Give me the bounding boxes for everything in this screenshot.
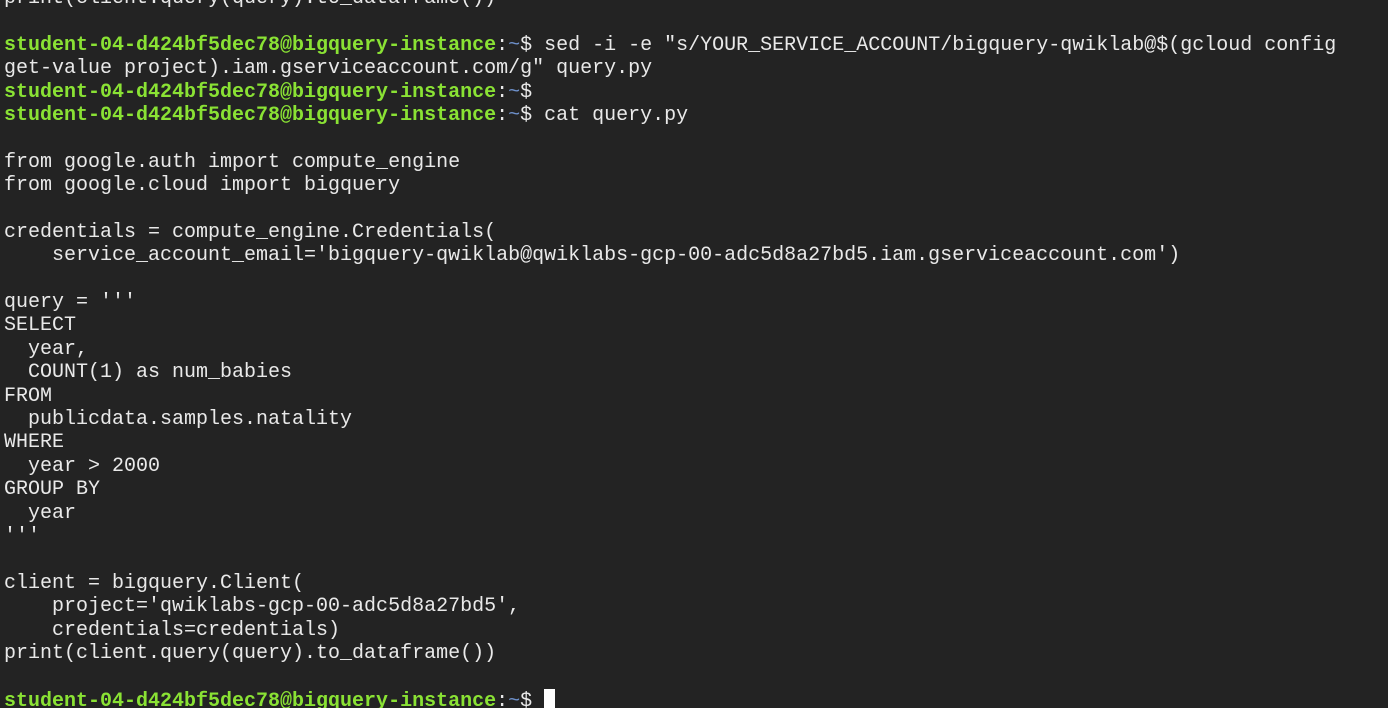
output-line: FROM [4,384,53,408]
blank-line [4,10,1336,33]
prompt-line: student-04-d424bf5dec78@bigquery-instanc… [4,688,1336,708]
output-line: print(client.query(query).to_dataframe()… [4,0,1336,10]
output-line: year, [4,337,89,361]
prompt-symbol: $ [520,689,545,708]
prompt-user-host: student-04-d424bf5dec78@bigquery-instanc… [4,80,497,104]
terminal-cursor[interactable] [544,688,556,708]
prompt-line: student-04-d424bf5dec78@bigquery-instanc… [4,81,1336,104]
prompt-user-host: student-04-d424bf5dec78@bigquery-instanc… [4,103,497,127]
blank-line [4,198,1336,221]
prompt-user-host: student-04-d424bf5dec78@bigquery-instanc… [4,689,497,708]
output-line: service_account_email='bigquery-qwiklab@… [4,244,1181,268]
terminal-output: print(client.query(query).to_dataframe()… [4,0,1336,708]
prompt-path: ~ [508,80,521,104]
output-line: credentials=credentials) [4,618,341,642]
output-line: credentials = compute_engine.Credentials… [4,220,497,244]
blank-line [4,268,1336,291]
output-line: ''' [4,524,41,548]
prompt-path: ~ [508,103,521,127]
blank-line [4,127,1336,150]
output-line: publicdata.samples.natality [4,408,353,432]
output-line: print(client.query(query).to_dataframe()… [4,641,497,665]
prompt-line: student-04-d424bf5dec78@bigquery-instanc… [4,104,1336,127]
output-line: SELECT [4,314,77,338]
output-line: from google.auth import compute_engine [4,150,461,174]
blank-line [4,548,1336,571]
prompt-line: student-04-d424bf5dec78@bigquery-instanc… [4,34,1336,57]
prompt-symbol: $ [520,103,545,127]
prompt-separator: : [496,80,509,104]
prompt-symbol: $ [520,33,545,57]
output-line: year [4,501,77,525]
prompt-path: ~ [508,33,521,57]
output-line: WHERE [4,431,65,455]
terminal-window[interactable]: print(client.query(query).to_dataframe()… [0,0,1388,708]
prompt-separator: : [496,33,509,57]
prompt-symbol: $ [520,80,533,104]
output-line: project='qwiklabs-gcp-00-adc5d8a27bd5', [4,595,521,619]
command-text: cat query.py [544,103,689,127]
output-line: from google.cloud import bigquery [4,174,401,198]
prompt-separator: : [496,689,509,708]
output-line: query = ''' [4,291,137,315]
prompt-path: ~ [508,689,521,708]
output-line: get-value project).iam.gserviceaccount.c… [4,57,653,81]
output-line: year > 2000 [4,454,161,478]
prompt-separator: : [496,103,509,127]
output-line: GROUP BY [4,478,101,502]
output-line: client = bigquery.Client( [4,571,305,595]
command-text: sed -i -e "s/YOUR_SERVICE_ACCOUNT/bigque… [544,33,1337,57]
blank-line [4,665,1336,688]
prompt-user-host: student-04-d424bf5dec78@bigquery-instanc… [4,33,497,57]
output-line: COUNT(1) as num_babies [4,361,293,385]
